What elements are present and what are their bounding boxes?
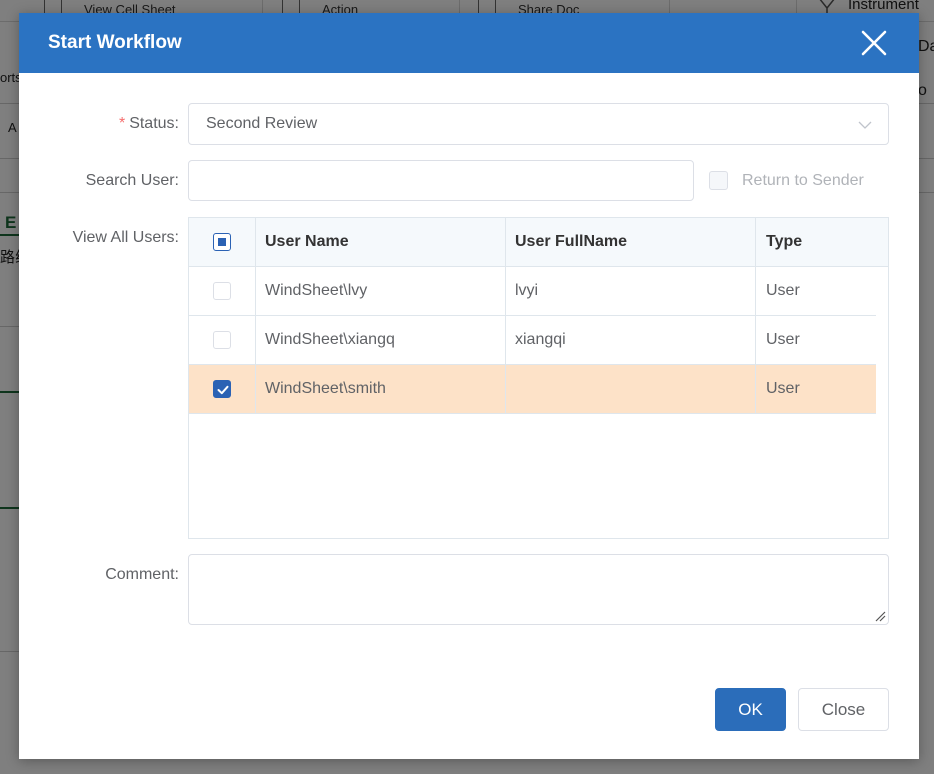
view-all-users-label-text: View All Users <box>72 229 175 246</box>
column-header-user-fullname[interactable]: User FullName <box>515 218 627 266</box>
search-user-input[interactable] <box>188 160 694 201</box>
return-to-sender-label: Return to Sender <box>742 172 864 189</box>
view-all-users-label: View All Users: <box>19 229 179 247</box>
table-row[interactable]: WindSheet\xiangq xiangqi User <box>189 316 876 365</box>
ok-button[interactable]: OK <box>715 688 786 731</box>
required-mark: * <box>118 115 126 132</box>
column-divider <box>755 316 756 364</box>
column-header-type[interactable]: Type <box>766 218 802 266</box>
cell-type: User <box>766 282 800 299</box>
select-all-checkbox[interactable] <box>213 233 231 251</box>
comment-label-text: Comment <box>105 566 175 583</box>
column-divider <box>255 365 256 413</box>
row-checkbox[interactable] <box>213 380 231 398</box>
label-colon: : <box>174 172 179 189</box>
table-row[interactable]: WindSheet\smith User <box>189 365 876 414</box>
cell-user-name: WindSheet\smith <box>265 380 386 397</box>
cell-user-name: WindSheet\lvy <box>265 282 368 299</box>
comment-textarea[interactable] <box>188 554 889 625</box>
status-label: * Status: <box>19 115 179 133</box>
label-colon: : <box>174 229 179 246</box>
label-colon: : <box>174 566 179 583</box>
column-divider <box>505 267 506 315</box>
dialog-title: Start Workflow <box>48 32 182 53</box>
cell-user-fullname: lvyi <box>515 282 539 299</box>
chevron-down-icon <box>858 121 872 129</box>
column-divider <box>255 218 256 266</box>
column-divider <box>755 218 756 266</box>
label-colon: : <box>174 115 179 132</box>
status-label-text: Status <box>129 115 175 132</box>
cell-user-fullname: xiangqi <box>515 331 566 348</box>
column-divider <box>505 218 506 266</box>
search-user-label: Search User: <box>19 172 179 190</box>
column-header-user-name[interactable]: User Name <box>265 218 349 266</box>
column-divider <box>755 267 756 315</box>
resize-grip-icon[interactable] <box>874 610 886 622</box>
cell-user-name: WindSheet\xiangq <box>265 331 395 348</box>
return-to-sender-checkbox[interactable] <box>709 171 728 190</box>
column-divider <box>255 267 256 315</box>
row-checkbox[interactable] <box>213 282 231 300</box>
column-divider <box>505 365 506 413</box>
search-user-label-text: Search User <box>85 172 175 189</box>
cell-type: User <box>766 331 800 348</box>
checkmark-icon <box>217 385 229 395</box>
table-row[interactable]: WindSheet\lvy lvyi User <box>189 267 876 316</box>
cell-type: User <box>766 380 800 397</box>
close-button[interactable]: Close <box>798 688 889 731</box>
column-divider <box>755 365 756 413</box>
column-divider <box>505 316 506 364</box>
row-checkbox[interactable] <box>213 331 231 349</box>
dialog-header: Start Workflow <box>19 13 919 73</box>
table-header: User Name User FullName Type <box>189 218 888 267</box>
column-divider <box>255 316 256 364</box>
status-select[interactable]: Second Review <box>188 103 889 145</box>
users-table: User Name User FullName Type WindSheet\l… <box>188 217 889 539</box>
start-workflow-dialog: Start Workflow * Status: Second Review Se… <box>19 13 919 759</box>
comment-label: Comment: <box>19 566 179 584</box>
close-icon[interactable] <box>859 28 889 58</box>
status-select-value: Second Review <box>206 115 318 132</box>
